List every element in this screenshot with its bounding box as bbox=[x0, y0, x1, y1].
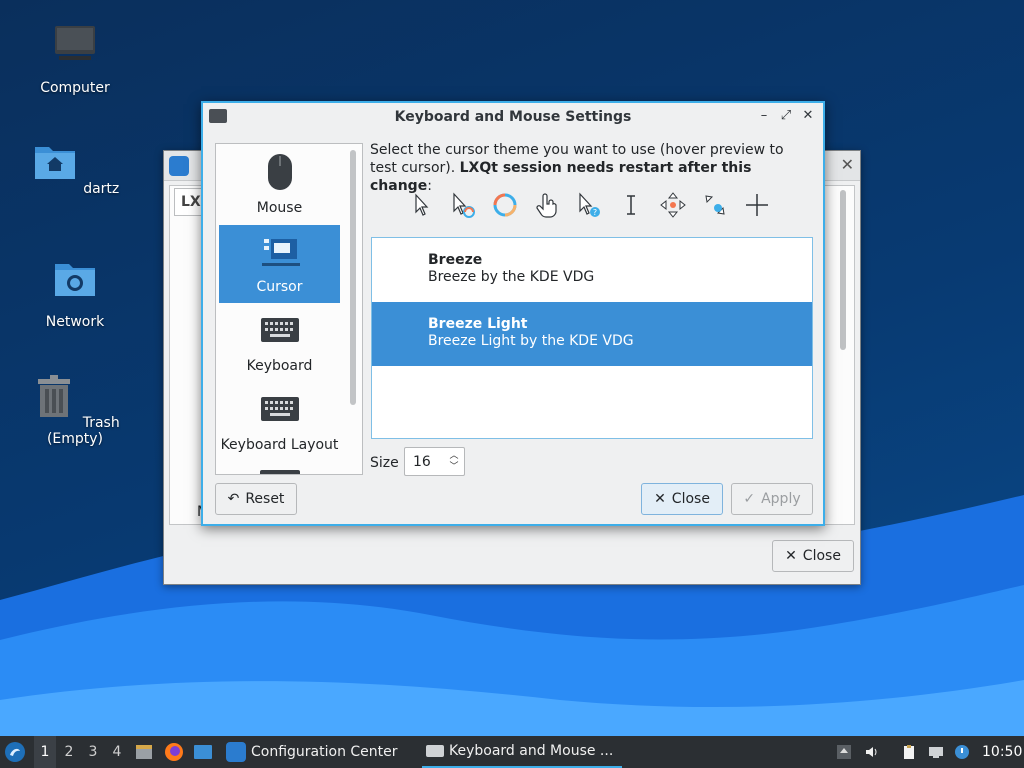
size-label: Size bbox=[370, 455, 399, 471]
desktop-icon-computer[interactable]: Computer bbox=[20, 22, 130, 96]
mouse-icon bbox=[267, 154, 292, 190]
wait-cursor-icon[interactable] bbox=[491, 191, 519, 219]
sidebar-item-label: Keyboard Layout bbox=[220, 437, 339, 453]
svg-text:?: ? bbox=[593, 208, 597, 217]
list-item-breeze[interactable]: Breeze Breeze by the KDE VDG bbox=[372, 238, 812, 302]
desktop-icon-label: Computer bbox=[40, 80, 110, 96]
file-manager-icon bbox=[136, 745, 152, 759]
cursor-settings-icon bbox=[261, 239, 300, 266]
workspace-3[interactable]: 3 bbox=[82, 736, 104, 768]
maximize-icon[interactable]: ⤢ bbox=[777, 107, 795, 125]
chevron-down-icon[interactable]: ﹀ bbox=[448, 462, 460, 472]
theme-description: Breeze Light by the KDE VDG bbox=[428, 333, 634, 349]
list-item-breeze-light[interactable]: Breeze Light Breeze Light by the KDE VDG bbox=[372, 302, 812, 366]
checkmark-icon: ✓ bbox=[743, 491, 756, 507]
busy-arrow-cursor-icon[interactable] bbox=[449, 191, 477, 219]
desktop: Computer dartz Network Trash (Empty) ✕ L… bbox=[0, 0, 1024, 736]
desktop-launcher[interactable] bbox=[193, 736, 213, 768]
close-button[interactable]: ✕ Close bbox=[641, 483, 723, 515]
sidebar-item-partial[interactable] bbox=[219, 462, 340, 474]
volume-icon[interactable] bbox=[864, 744, 880, 760]
move-cursor-icon[interactable] bbox=[659, 191, 687, 219]
text-cursor-icon[interactable] bbox=[617, 191, 645, 219]
keyboard-layout-icon bbox=[260, 397, 299, 421]
chevron-up-icon[interactable]: ︿ bbox=[448, 451, 460, 461]
sidebar-item-keyboard[interactable]: Keyboard bbox=[219, 304, 340, 382]
sidebar-item-label: Mouse bbox=[256, 200, 303, 216]
button-label: Close bbox=[671, 491, 710, 507]
keyboard-mouse-settings-dialog: Keyboard and Mouse Settings – ⤢ ✕ Mouse bbox=[201, 101, 825, 526]
arrow-cursor-icon[interactable] bbox=[407, 191, 435, 219]
show-desktop-icon bbox=[194, 745, 212, 759]
clock[interactable]: 10:50 bbox=[982, 736, 1022, 768]
tray-up-arrow-icon[interactable] bbox=[836, 744, 852, 760]
window-title: Keyboard and Mouse Settings bbox=[394, 109, 632, 125]
theme-name: Breeze bbox=[428, 252, 483, 268]
task-keyboard-mouse[interactable]: Keyboard and Mouse ... bbox=[422, 736, 622, 768]
sidebar-item-cursor[interactable]: Cursor bbox=[219, 225, 340, 303]
desktop-icon-label: dartz bbox=[83, 181, 120, 197]
network-icon[interactable] bbox=[928, 744, 944, 760]
cursor-theme-list[interactable]: Breeze Breeze by the KDE VDG Breeze Ligh… bbox=[371, 237, 813, 439]
size-spinbox[interactable]: 16 ︿ ﹀ bbox=[404, 447, 465, 476]
hand-cursor-icon[interactable] bbox=[533, 191, 561, 219]
theme-name: Breeze Light bbox=[428, 316, 528, 332]
sidebar-item-mouse[interactable]: Mouse bbox=[219, 146, 340, 224]
firefox-icon bbox=[165, 743, 183, 761]
undo-icon: ↶ bbox=[227, 491, 240, 507]
file-manager-launcher[interactable] bbox=[134, 736, 154, 768]
desktop-icon-network[interactable]: Network bbox=[20, 256, 130, 330]
resize-cursor-icon[interactable] bbox=[701, 191, 729, 219]
firefox-launcher[interactable] bbox=[164, 736, 184, 768]
computer-icon bbox=[55, 26, 95, 60]
button-label: Reset bbox=[245, 491, 285, 507]
network-folder-icon bbox=[55, 264, 95, 296]
crosshair-cursor-icon[interactable] bbox=[743, 191, 771, 219]
trash-icon bbox=[38, 375, 71, 417]
minimize-icon[interactable]: – bbox=[755, 107, 773, 125]
lxqt-logo-icon bbox=[5, 742, 25, 762]
task-label: Keyboard and Mouse ... bbox=[449, 743, 614, 759]
theme-description: Breeze by the KDE VDG bbox=[428, 269, 595, 285]
desktop-icon-label: Network bbox=[45, 314, 105, 330]
close-icon: ✕ bbox=[654, 491, 666, 507]
taskbar: 1 2 3 4 Configuration Center Keyboard an… bbox=[0, 736, 1024, 768]
cursor-preview-strip[interactable]: ? bbox=[403, 191, 773, 223]
close-icon[interactable]: ✕ bbox=[799, 107, 817, 125]
desktop-icon-trash[interactable]: Trash (Empty) bbox=[20, 373, 130, 447]
keyboard-icon bbox=[259, 470, 300, 474]
instructions-text: Select the cursor theme you want to use … bbox=[370, 141, 810, 195]
workspace-2[interactable]: 2 bbox=[58, 736, 80, 768]
close-button[interactable]: ✕ Close bbox=[772, 540, 854, 572]
task-configuration-center[interactable]: Configuration Center bbox=[222, 736, 418, 768]
button-label: Close bbox=[802, 548, 841, 564]
home-folder-icon bbox=[34, 147, 75, 179]
close-icon[interactable]: ✕ bbox=[841, 155, 854, 174]
button-label: Apply bbox=[761, 491, 801, 507]
close-icon: ✕ bbox=[785, 548, 797, 564]
window-titlebar[interactable]: Keyboard and Mouse Settings – ⤢ ✕ bbox=[203, 103, 823, 131]
task-label: Configuration Center bbox=[251, 744, 398, 760]
start-menu-button[interactable] bbox=[4, 736, 28, 768]
clipboard-icon[interactable] bbox=[901, 744, 917, 760]
sidebar-item-label: Cursor bbox=[256, 279, 303, 295]
workspace-4[interactable]: 4 bbox=[106, 736, 128, 768]
sidebar-item-label: Keyboard bbox=[246, 358, 313, 374]
config-center-icon bbox=[226, 742, 246, 762]
scrollbar[interactable] bbox=[840, 190, 846, 350]
sidebar-item-keyboard-layout[interactable]: Keyboard Layout bbox=[219, 383, 340, 461]
workspace-1[interactable]: 1 bbox=[34, 736, 56, 768]
sidebar-scrollbar[interactable] bbox=[350, 150, 356, 405]
reset-button[interactable]: ↶ Reset bbox=[215, 483, 297, 515]
apply-button[interactable]: ✓ Apply bbox=[731, 483, 813, 515]
keyboard-icon bbox=[260, 318, 299, 342]
settings-sidebar: Mouse Cursor Keyboard Keyboard Layout bbox=[215, 143, 363, 475]
config-center-icon bbox=[169, 156, 189, 176]
keyboard-icon bbox=[426, 745, 444, 757]
size-value: 16 bbox=[413, 454, 431, 470]
desktop-icon-dartz[interactable]: dartz bbox=[20, 139, 130, 197]
help-cursor-icon[interactable]: ? bbox=[575, 191, 603, 219]
update-notifier-icon[interactable] bbox=[954, 744, 970, 760]
